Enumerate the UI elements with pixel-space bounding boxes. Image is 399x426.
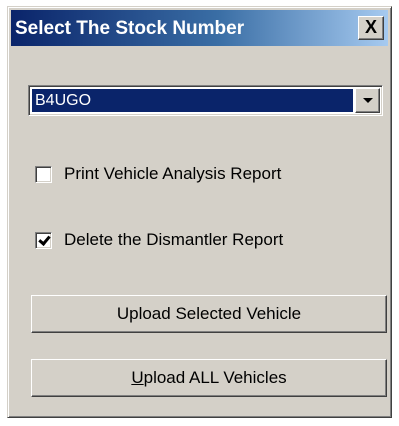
upload-selected-vehicle-button[interactable]: Upload Selected Vehicle: [31, 295, 387, 333]
upload-all-mnemonic: U: [131, 368, 144, 387]
title-bar[interactable]: Select The Stock Number X: [11, 10, 388, 46]
stock-number-selected-value: B4UGO: [32, 89, 353, 112]
close-button[interactable]: X: [358, 16, 384, 40]
print-vehicle-analysis-option[interactable]: Print Vehicle Analysis Report: [35, 162, 281, 186]
delete-dismantler-report-checkbox[interactable]: [35, 231, 52, 249]
upload-all-vehicles-button[interactable]: Upload ALL Vehicles: [31, 359, 387, 397]
print-vehicle-analysis-label: Print Vehicle Analysis Report: [64, 164, 282, 183]
delete-dismantler-report-label: Delete the Dismantler Report: [64, 230, 284, 249]
upload-all-label: pload ALL Vehicles: [143, 368, 287, 387]
close-icon: X: [364, 17, 377, 37]
chevron-down-icon[interactable]: [355, 88, 380, 113]
print-vehicle-analysis-checkbox[interactable]: [35, 165, 52, 183]
select-stock-dialog: Select The Stock Number X B4UGO Print Ve…: [7, 6, 392, 418]
delete-dismantler-report-option[interactable]: Delete the Dismantler Report: [35, 228, 283, 252]
stock-number-dropdown[interactable]: B4UGO: [28, 85, 383, 116]
window-title: Select The Stock Number: [15, 18, 245, 39]
